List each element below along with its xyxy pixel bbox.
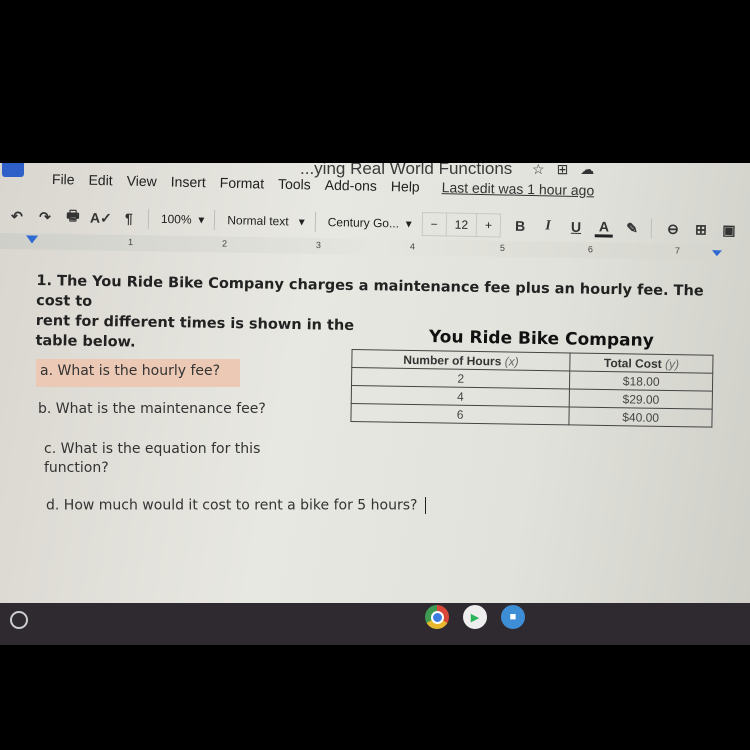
cloud-saved-icon[interactable]: ☁ <box>580 163 594 178</box>
ruler-mark: 3 <box>315 239 322 251</box>
header-total-cost: Total Cost (y) <box>569 352 714 374</box>
play-store-icon[interactable]: ▶ <box>463 605 487 629</box>
table-title: You Ride Bike Company <box>428 327 654 351</box>
docs-logo-icon[interactable] <box>2 163 24 177</box>
paint-format-icon[interactable]: ¶ <box>120 210 138 226</box>
ruler-mark: 5 <box>499 242 506 253</box>
increase-font-size-button[interactable]: + <box>477 214 500 236</box>
chevron-down-icon: ▾ <box>405 216 412 231</box>
left-indent-marker-icon[interactable] <box>25 235 39 244</box>
menu-view[interactable]: View <box>127 173 157 190</box>
question-a: a. What is the hourly fee? <box>36 359 240 387</box>
font-size-stepper: − 12 + <box>421 211 502 238</box>
move-to-folder-icon[interactable]: ⊞ <box>557 163 569 178</box>
spellcheck-icon[interactable]: A✓ <box>90 209 112 226</box>
chevron-down-icon: ▾ <box>298 214 305 229</box>
highlight-color-icon[interactable]: ✎ <box>623 219 641 236</box>
chromeos-shelf: ▶ ■ <box>0 603 750 645</box>
divider <box>314 211 316 232</box>
question-c-line-1: c. What is the equation for this <box>44 441 261 457</box>
menu-tools[interactable]: Tools <box>278 176 311 193</box>
question-b: b. What is the maintenance fee? <box>38 401 266 417</box>
link-icon[interactable]: ⊖ <box>664 220 682 237</box>
ruler-mark: 2 <box>221 238 228 249</box>
menu-insert[interactable]: Insert <box>171 173 206 190</box>
underline-icon[interactable]: U <box>567 219 585 235</box>
docs-window: ...ying Real World Functions ☆ ⊞ ☁ File … <box>0 163 750 603</box>
ruler-mark: 4 <box>409 241 416 252</box>
menu-file[interactable]: File <box>52 171 75 187</box>
redo-icon[interactable]: ↷ <box>36 208 54 225</box>
question-c-line-2: function? <box>44 460 109 476</box>
insert-image-icon[interactable]: ▣ <box>720 221 738 238</box>
text-color-icon[interactable]: A <box>594 217 614 238</box>
zoom-app-icon[interactable]: ■ <box>501 605 525 629</box>
question-d: d. How much would it cost to rent a bike… <box>46 497 427 514</box>
undo-icon[interactable]: ↶ <box>8 208 26 225</box>
divider <box>650 218 653 239</box>
menu-add-ons[interactable]: Add-ons <box>325 177 377 194</box>
hours-cell: 6 <box>350 403 570 425</box>
decrease-font-size-button[interactable]: − <box>422 212 447 236</box>
cost-cell: $18.00 <box>569 370 713 392</box>
divider <box>147 208 150 229</box>
zoom-select[interactable]: 100% ▾ <box>161 212 205 227</box>
font-value: Century Go... <box>327 215 400 231</box>
text-cursor <box>425 497 427 514</box>
launcher-icon[interactable] <box>10 611 28 629</box>
menu-edit[interactable]: Edit <box>88 172 112 189</box>
italic-icon[interactable]: I <box>539 218 557 234</box>
right-indent-marker-icon[interactable] <box>711 250 722 257</box>
data-table: Number of Hours (x) Total Cost (y) 2 $18… <box>350 349 714 428</box>
style-select[interactable]: Normal text ▾ <box>227 213 305 228</box>
menu-help[interactable]: Help <box>391 178 420 195</box>
title-icons: ☆ ⊞ ☁ <box>532 163 594 178</box>
shelf-apps: ▶ ■ <box>425 605 525 629</box>
document-page[interactable]: 1. The You Ride Bike Company charges a m… <box>35 271 736 514</box>
last-edit-link[interactable]: Last edit was 1 hour ago <box>442 179 595 198</box>
font-select[interactable]: Century Go... ▾ <box>328 215 412 231</box>
style-value: Normal text <box>227 213 289 229</box>
chevron-down-icon: ▾ <box>198 212 205 227</box>
cost-cell: $29.00 <box>569 388 713 410</box>
zoom-value: 100% <box>160 211 192 227</box>
chrome-icon[interactable] <box>425 605 449 629</box>
print-icon[interactable]: 🖶 <box>64 205 82 229</box>
divider <box>214 209 216 230</box>
add-comment-icon[interactable]: ⊞ <box>692 221 710 238</box>
ruler-mark: 7 <box>674 245 681 256</box>
bold-icon[interactable]: B <box>511 218 529 234</box>
ruler-mark: 1 <box>127 237 134 248</box>
star-icon[interactable]: ☆ <box>532 163 545 178</box>
font-size-input[interactable]: 12 <box>446 213 478 237</box>
ruler-mark: 6 <box>587 244 594 255</box>
cost-cell: $40.00 <box>569 406 713 428</box>
menu-format[interactable]: Format <box>220 175 265 192</box>
